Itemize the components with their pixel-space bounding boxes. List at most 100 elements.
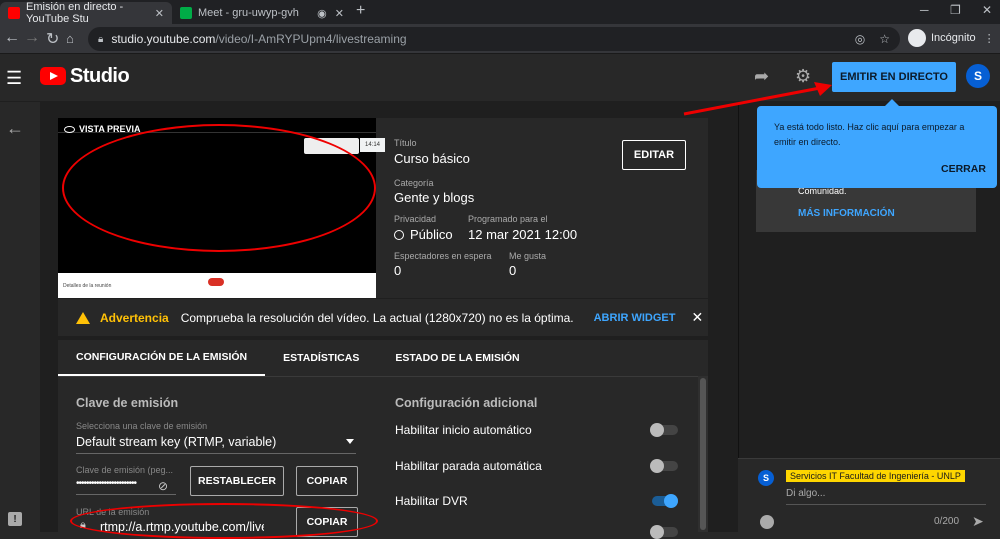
eye-icon [64,125,75,133]
tab-title: Emisión en directo - YouTube Stu [26,1,124,25]
preview-label: VISTA PREVIA [64,124,141,134]
studio-logo-text: Studio [70,65,130,87]
privacy-label: Privacidad [394,214,437,224]
close-tab-icon[interactable]: ✕ [335,7,344,20]
open-widget-link[interactable]: ABRIR WIDGET [594,312,676,324]
home-icon[interactable]: ⌂ [66,31,74,46]
back-icon[interactable]: ← [4,29,20,47]
menu-kebab-icon[interactable]: ⋮ [984,32,995,45]
youtube-logo-icon[interactable] [40,67,66,85]
hamburger-menu-icon[interactable]: ☰ [6,68,22,89]
stream-key-select[interactable]: Default stream key (RTMP, variable) [76,433,356,454]
likes-value: 0 [509,263,517,278]
stream-key-heading: Clave de emisión [76,396,179,410]
dvr-label: Habilitar DVR [395,494,468,508]
url-input[interactable]: 🔒︎ studio.youtube.com/video/I-AmRYPUpm4/… [88,27,900,51]
stream-key-select-value: Default stream key (RTMP, variable) [76,435,277,449]
preview-label-text: VISTA PREVIA [79,124,141,134]
reload-icon[interactable]: ↻ [46,29,59,49]
scheduled-label: Programado para el [468,214,548,224]
tab-title: Meet - gru-uwyp-gvh [198,7,299,19]
auto-start-label: Habilitar inicio automático [395,423,532,437]
go-live-button[interactable]: EMITIR EN DIRECTO [832,62,956,92]
lock-icon: 🔒︎ [98,33,104,45]
annotation-arrow-icon [683,82,832,116]
address-bar: ← → ↻ ⌂ 🔒︎ studio.youtube.com/video/I-Am… [0,24,1000,54]
globe-icon [394,229,404,240]
chat-message-input[interactable]: Di algo... [786,488,825,499]
category-label: Categoría [394,178,434,188]
close-icon[interactable]: ✕ [692,309,704,326]
dropdown-arrow-icon [346,439,354,444]
stream-key-field[interactable]: •••••••••••••••••••••••• [76,478,137,489]
url-host: studio.youtube.com [111,32,216,46]
stream-key-field-label: Clave de emisión (peg... [76,465,174,475]
url-path: /video/I-AmRYPUpm4/livestreaming [215,32,407,46]
send-icon[interactable]: ➤ [972,513,984,530]
new-tab-icon[interactable]: + [356,2,365,20]
chat-user-name: Servicios IT Facultad de Ingeniería - UN… [786,470,965,482]
tooltip-text: Ya está todo listo. Haz clic aquí para e… [774,122,965,147]
edit-button[interactable]: EDITAR [622,140,686,170]
auto-stop-toggle[interactable] [650,459,678,473]
char-counter: 0/200 [934,516,960,527]
youtube-favicon-icon [8,7,20,19]
bookmark-star-icon[interactable]: ☆ [879,32,890,46]
incognito-indicator[interactable]: Incógnito ⋮ [908,29,995,47]
annotation-oval-preview [62,124,376,252]
copy-key-button[interactable]: COPIAR [296,466,358,496]
incognito-label: Incógnito [931,32,976,44]
tooltip-close-button[interactable]: CERRAR [941,163,986,175]
eye-off-icon[interactable]: ◎ [855,32,865,46]
waiting-viewers-label: Espectadores en espera [394,251,492,261]
chat-input-underline [786,504,986,505]
browser-tab-studio[interactable]: Emisión en directo - YouTube Stu ✕ [0,1,172,25]
privacy-value: Público [410,227,453,242]
auto-start-toggle[interactable] [650,423,678,437]
close-tab-icon[interactable]: ✕ [155,7,164,20]
likes-label: Me gusta [509,251,547,261]
minimize-icon[interactable]: ─ [920,3,929,17]
back-arrow-icon[interactable]: ← [6,118,24,139]
dvr-toggle[interactable] [652,494,678,508]
select-underline [76,453,356,454]
annotation-oval-url [70,503,378,539]
audio-indicator-icon: ◉ [317,7,327,20]
privacy-value-row: Público [394,227,453,242]
warning-title: Advertencia [100,310,169,325]
scheduled-value: 12 mar 2021 12:00 [468,227,578,242]
stream-tabs: CONFIGURACIÓN DE LA EMISIÓN ESTADÍSTICAS… [58,340,708,376]
browser-tab-meet[interactable]: Meet - gru-uwyp-gvh ◉ ✕ [172,2,352,24]
tab-stream-settings[interactable]: CONFIGURACIÓN DE LA EMISIÓN [58,340,266,376]
feedback-icon[interactable]: ! [8,512,22,526]
additional-settings-heading: Configuración adicional [395,396,538,410]
eye-off-icon[interactable]: ⊘ [158,479,168,493]
close-window-icon[interactable]: ✕ [982,3,992,17]
incognito-icon [908,29,926,47]
category-value: Gente y blogs [394,190,475,205]
meet-detail-text: Detalles de la reunión [63,282,112,289]
meet-favicon-icon [180,7,192,19]
forward-icon[interactable]: → [24,29,40,47]
auto-stop-label: Habilitar parada automática [395,459,542,473]
next-toggle[interactable] [650,525,678,539]
settings-scrollbar[interactable] [698,376,708,532]
resolution-warning: Advertencia Comprueba la resolución del … [58,298,708,336]
title-label: Título [394,138,417,148]
studio-header: ☰ Studio ➦ ⚙ EMITIR EN DIRECTO S [0,54,1000,102]
maximize-icon[interactable]: ❐ [950,3,961,17]
emoji-icon[interactable] [760,515,774,529]
tab-stream-health[interactable]: ESTADO DE LA EMISIÓN [377,340,537,376]
more-info-link[interactable]: MÁS INFORMACIÓN [798,208,895,219]
warning-message: Comprueba la resolución del vídeo. La ac… [180,310,574,325]
tab-analytics[interactable]: ESTADÍSTICAS [265,340,377,376]
end-call-icon [208,278,224,286]
warning-icon [76,311,90,324]
avatar[interactable]: S [966,64,990,88]
waiting-viewers-value: 0 [394,263,402,278]
reset-button[interactable]: RESTABLECER [190,466,284,496]
stream-key-select-label: Selecciona una clave de emisión [76,421,208,431]
key-underline [76,494,176,495]
scrollbar-thumb[interactable] [700,378,706,530]
browser-tab-bar: Emisión en directo - YouTube Stu ✕ Meet … [0,0,1000,25]
